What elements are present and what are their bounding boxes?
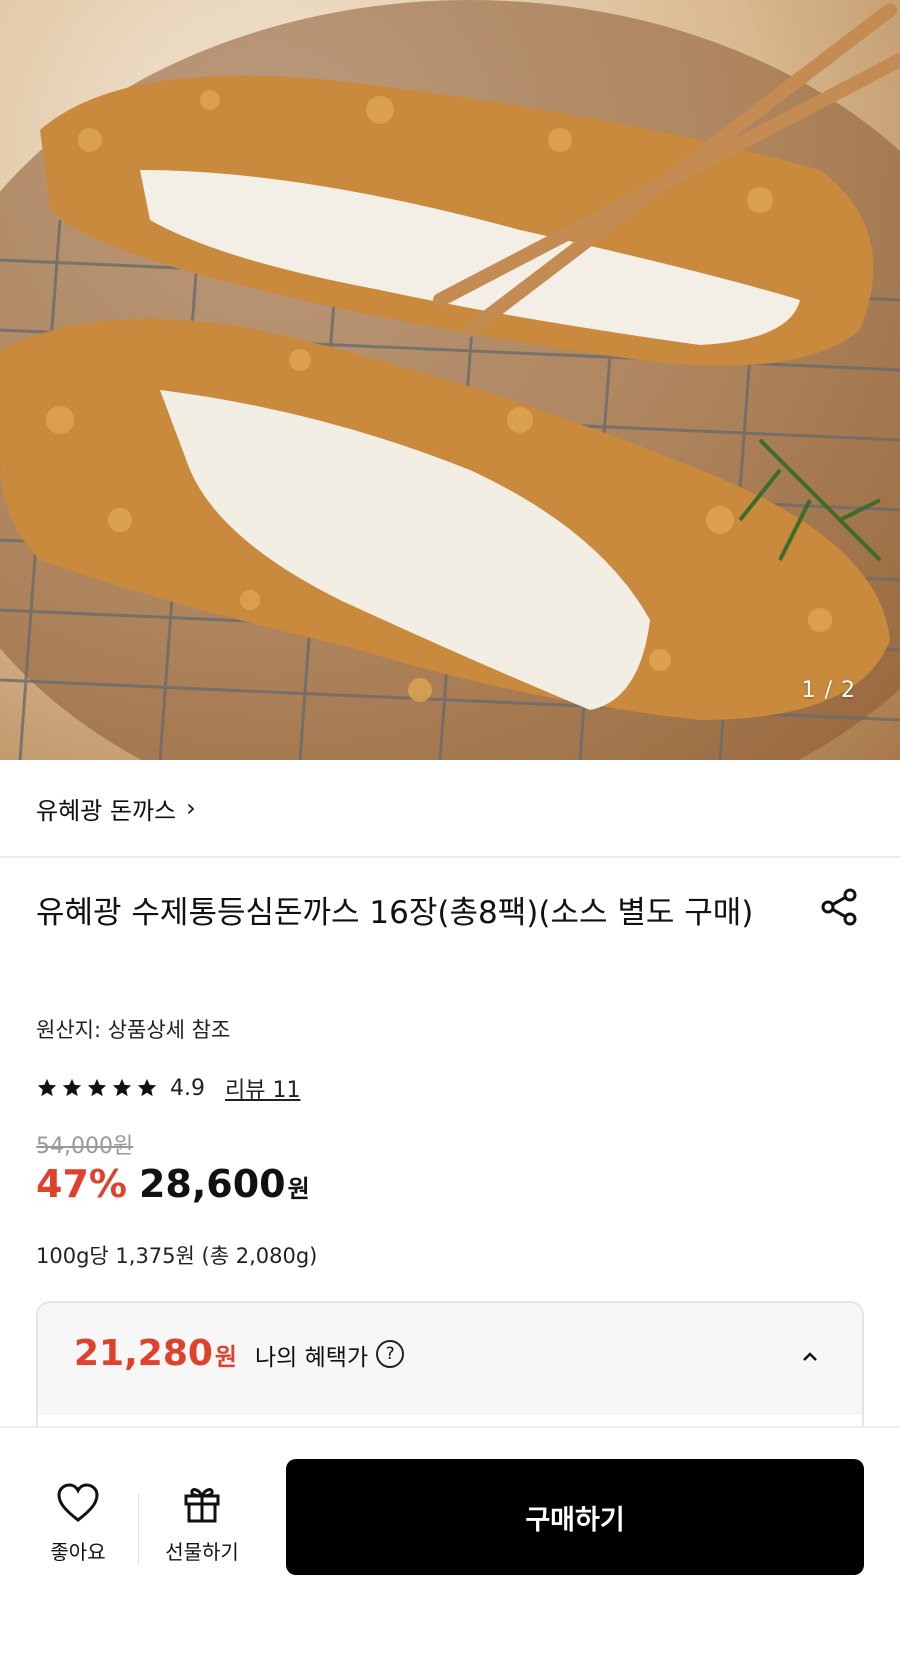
benefit-price: 21,280 xyxy=(74,1333,213,1374)
benefit-label: 나의 혜택가 xyxy=(255,1345,369,1371)
reviews-link[interactable]: 리뷰 11 xyxy=(225,1072,300,1104)
benefit-price-unit: 원 xyxy=(214,1343,238,1371)
divider xyxy=(138,1494,139,1564)
discount-rate: 47% xyxy=(36,1162,127,1206)
brand-name: 유혜광 돈까스 xyxy=(36,796,177,825)
product-image[interactable]: 1 / 2 xyxy=(0,0,900,760)
original-price: 54,000원 xyxy=(36,1134,134,1159)
share-icon[interactable] xyxy=(818,886,860,928)
gift-button[interactable]: 선물하기 xyxy=(150,1482,254,1565)
unit-price: 100g당 1,375원 (총 2,080g) xyxy=(36,1244,318,1268)
sale-price: 28,600 xyxy=(138,1162,286,1206)
price-unit: 원 xyxy=(287,1175,310,1203)
bottom-action-bar: 좋아요 선물하기 구매하기 xyxy=(0,1426,900,1676)
price-row: 47% 28,600 원 xyxy=(36,1162,310,1206)
like-label: 좋아요 xyxy=(50,1540,106,1564)
product-title: 유혜광 수제통등심돈까스 16장(총8팩)(소스 별도 구매) xyxy=(36,895,754,931)
buy-button[interactable]: 구매하기 xyxy=(286,1459,864,1575)
rating-row: 4.9 리뷰 11 xyxy=(36,1072,300,1104)
star-rating xyxy=(36,1077,158,1099)
gift-icon xyxy=(184,1488,220,1523)
brand-link[interactable]: 유혜광 돈까스 › xyxy=(0,760,900,858)
gift-label: 선물하기 xyxy=(165,1540,239,1564)
star-icon xyxy=(112,1078,132,1097)
origin-info: 원산지: 상품상세 참조 xyxy=(36,1018,231,1042)
benefit-row: 21,280 원 나의 혜택가 ? xyxy=(74,1333,405,1374)
chevron-right-icon: › xyxy=(186,794,196,822)
star-icon xyxy=(62,1078,82,1097)
like-button[interactable]: 좋아요 xyxy=(38,1482,118,1565)
heart-icon xyxy=(57,1483,99,1522)
image-counter: 1 / 2 xyxy=(801,678,856,703)
star-icon xyxy=(87,1078,107,1097)
rating-value: 4.9 xyxy=(170,1075,205,1101)
chevron-up-icon[interactable] xyxy=(798,1345,822,1369)
star-icon xyxy=(37,1078,57,1097)
tonkatsu-photo xyxy=(0,0,900,760)
star-icon xyxy=(137,1078,157,1097)
help-icon[interactable]: ? xyxy=(376,1339,405,1368)
benefit-panel[interactable]: 21,280 원 나의 혜택가 ? xyxy=(36,1301,864,1453)
